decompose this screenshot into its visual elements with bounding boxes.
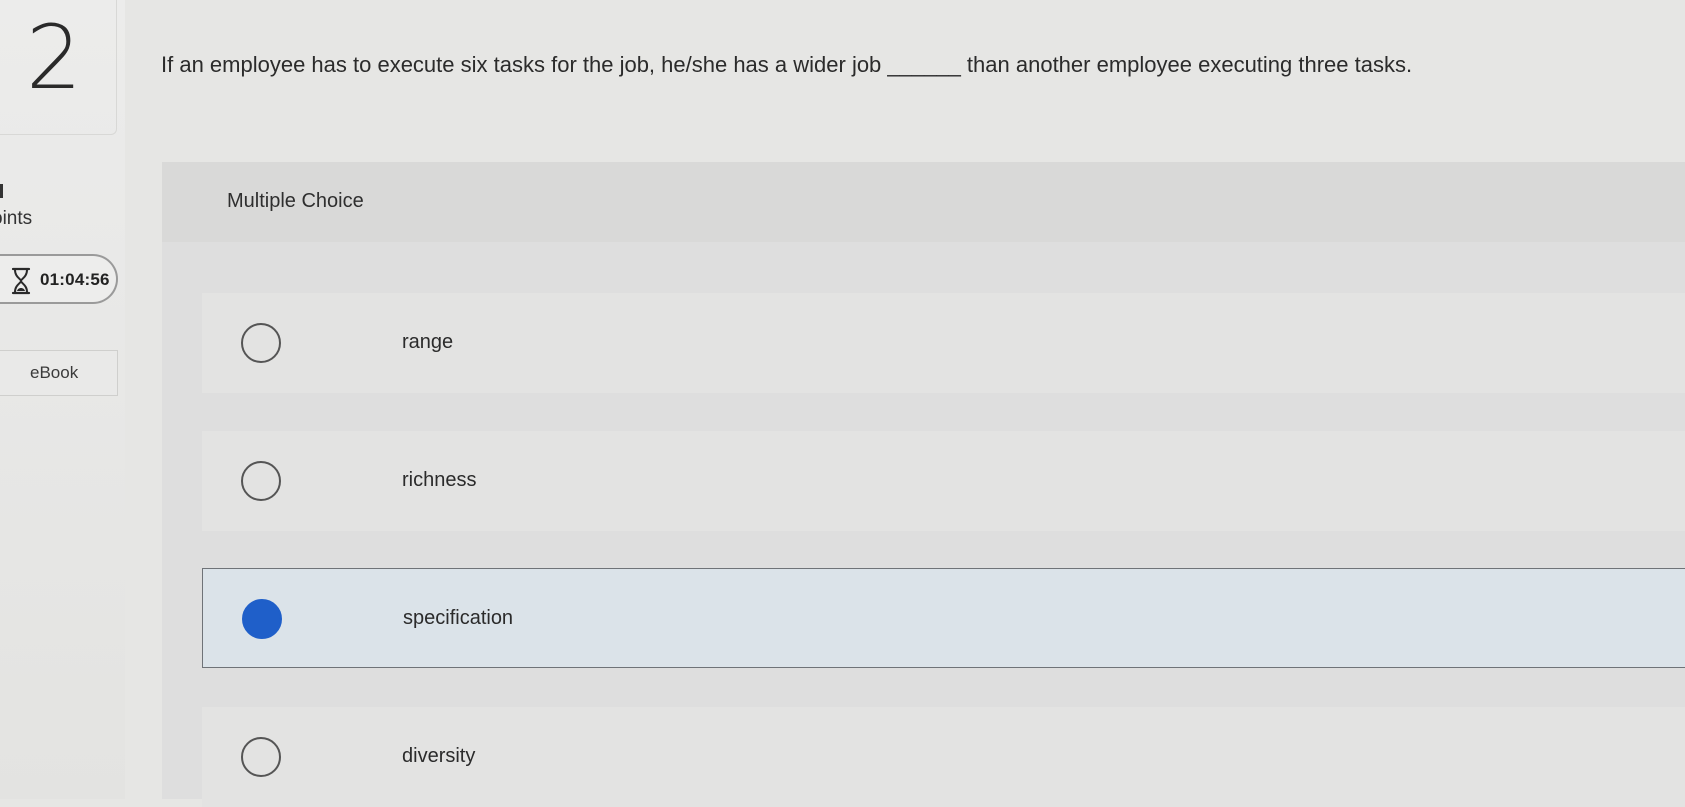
question-number: 2 [26, 6, 82, 109]
points-label: oints [0, 208, 33, 229]
question-text: If an employee has to execute six tasks … [161, 52, 1413, 77]
option-label: range [402, 331, 454, 353]
ebook-label: eBook [30, 363, 79, 382]
option-label: specification [403, 607, 514, 629]
radio-button[interactable] [241, 737, 281, 777]
multiple-choice-title: Multiple Choice [227, 190, 364, 212]
option-label: diversity [402, 745, 476, 767]
radio-button[interactable] [241, 323, 281, 363]
ebook-button[interactable]: eBook [0, 350, 118, 396]
radio-button-selected[interactable] [242, 599, 282, 639]
option-range[interactable]: range [202, 293, 1685, 393]
timer-value: 01:04:56 [40, 270, 110, 289]
points-value-fragment [0, 184, 3, 198]
multiple-choice-header: Multiple Choice [162, 162, 1685, 242]
option-specification[interactable]: specification [202, 568, 1685, 668]
option-richness[interactable]: richness [202, 431, 1685, 531]
sidebar: 2 oints 01:04:56 eBook [0, 0, 125, 799]
option-diversity[interactable]: diversity [202, 707, 1685, 807]
radio-button[interactable] [241, 461, 281, 501]
timer-badge: 01:04:56 [0, 254, 118, 304]
hourglass-icon [11, 267, 31, 295]
question-number-box: 2 [0, 0, 117, 135]
option-label: richness [402, 469, 477, 491]
multiple-choice-panel: Multiple Choice range richness specifica… [162, 162, 1685, 807]
